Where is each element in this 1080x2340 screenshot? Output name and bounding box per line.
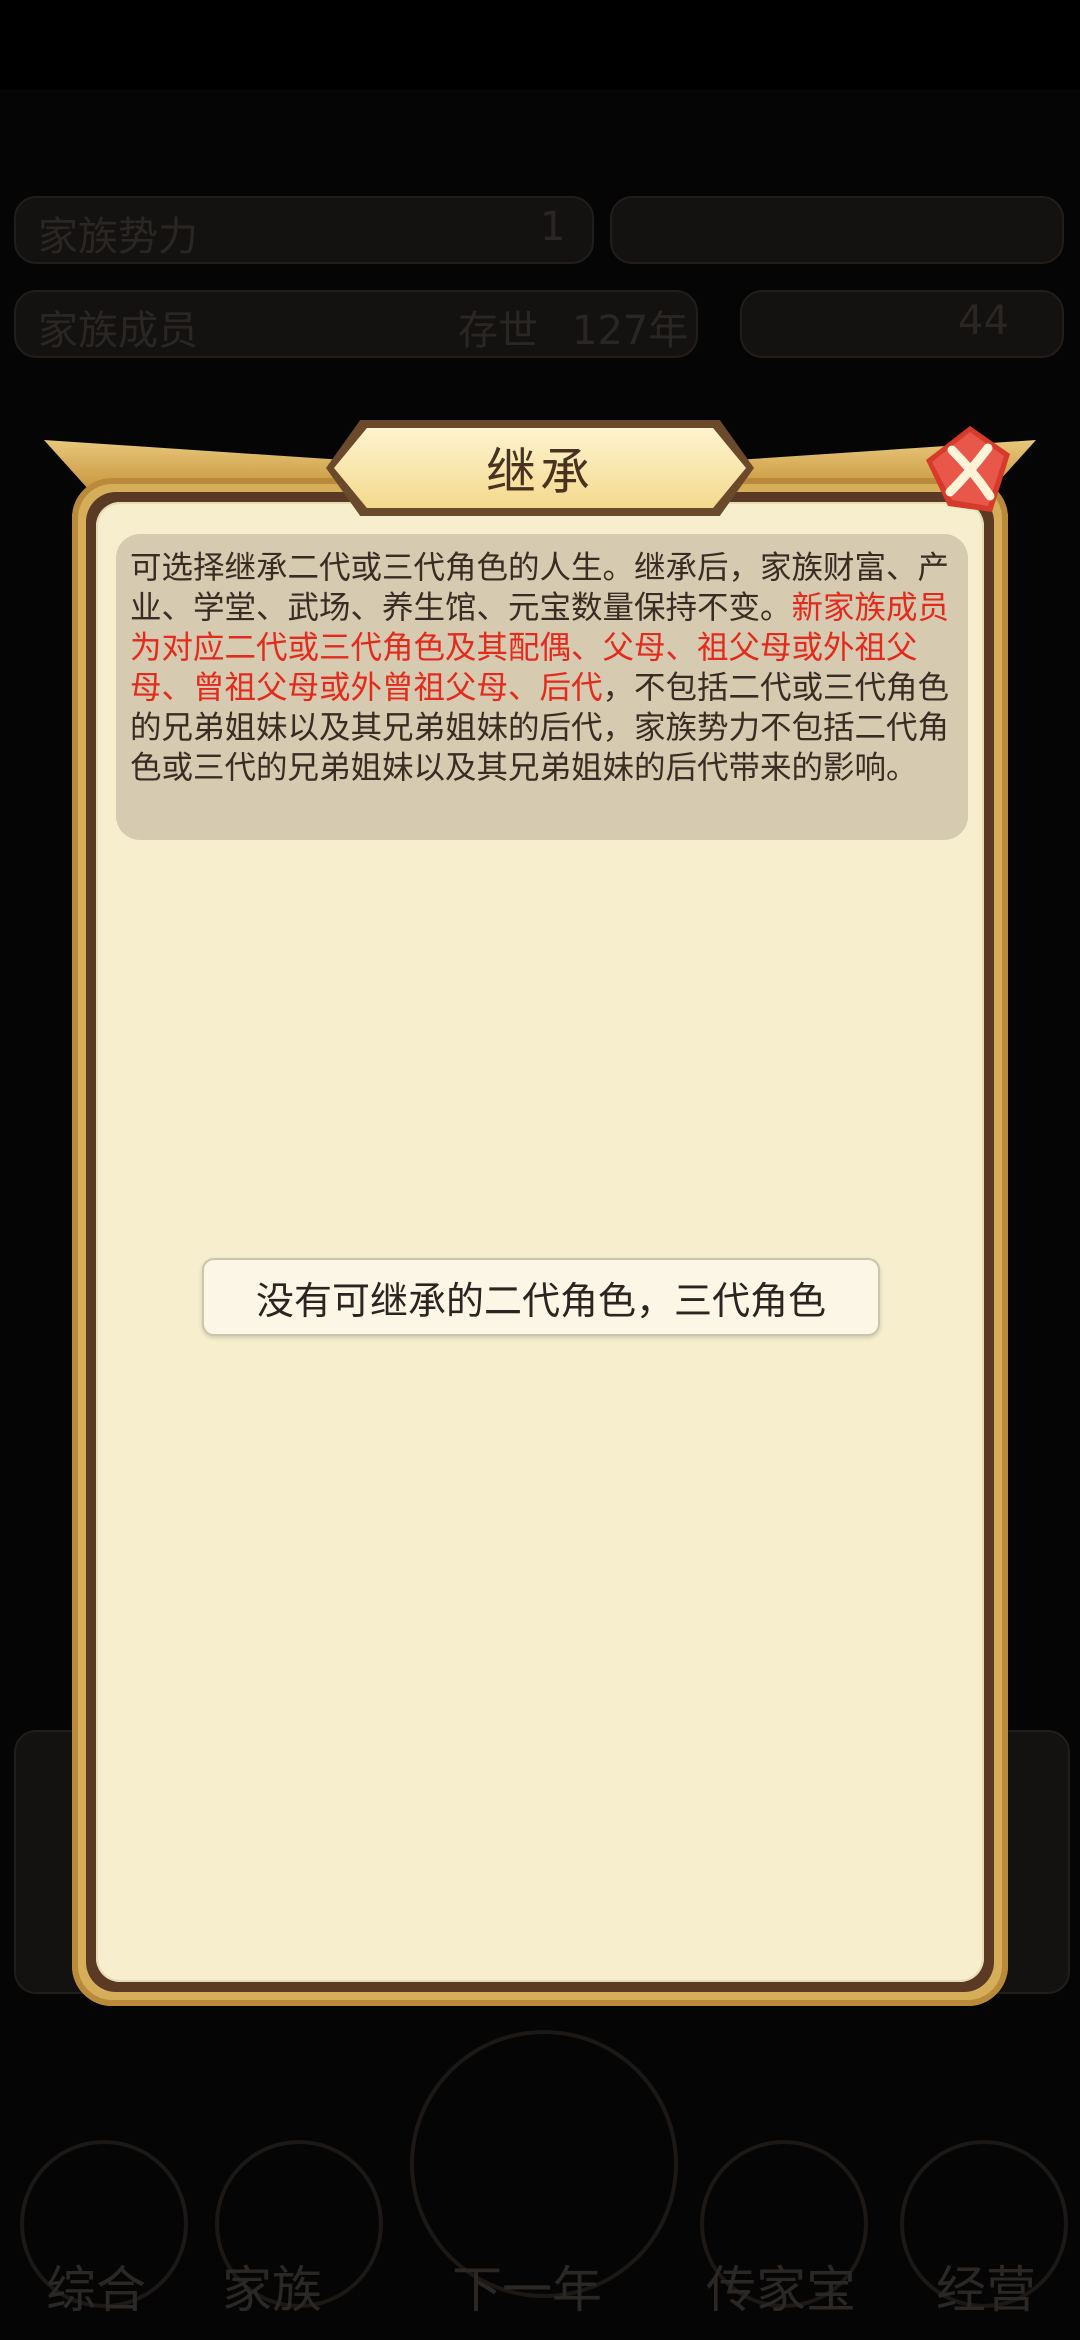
- close-x-icon: [926, 426, 1010, 512]
- bg-members-label: 家族成员: [38, 308, 198, 354]
- bg-nav-next-year: 下一年: [452, 2261, 602, 2319]
- bg-era-label: 存世: [458, 308, 538, 354]
- bg-nav-family: 家族: [222, 2261, 322, 2319]
- dialog-title: 继承: [486, 443, 594, 501]
- empty-heir-notice: 没有可继承的二代角色，三代角色: [202, 1258, 880, 1336]
- bg-nav-overview: 综合: [46, 2261, 146, 2319]
- bg-era-value: 127年: [572, 308, 689, 354]
- bg-family-power-label: 家族势力: [38, 214, 198, 260]
- inheritance-description: 可选择继承二代或三代角色的人生。继承后，家族财富、产业、学堂、武场、养生馆、元宝…: [116, 534, 968, 840]
- close-button[interactable]: [918, 420, 1018, 520]
- bg-nav-heirloom: 传家宝: [706, 2261, 856, 2319]
- bg-resource-panel: [610, 196, 1064, 264]
- status-bar: [0, 0, 1080, 90]
- bg-coin-panel: [740, 290, 1064, 358]
- dialog-title-plate: 继承: [326, 420, 754, 516]
- bg-coin-value: 44: [958, 298, 1009, 344]
- bg-family-power-value: 1: [540, 204, 566, 250]
- bg-nav-business: 经营: [936, 2261, 1036, 2319]
